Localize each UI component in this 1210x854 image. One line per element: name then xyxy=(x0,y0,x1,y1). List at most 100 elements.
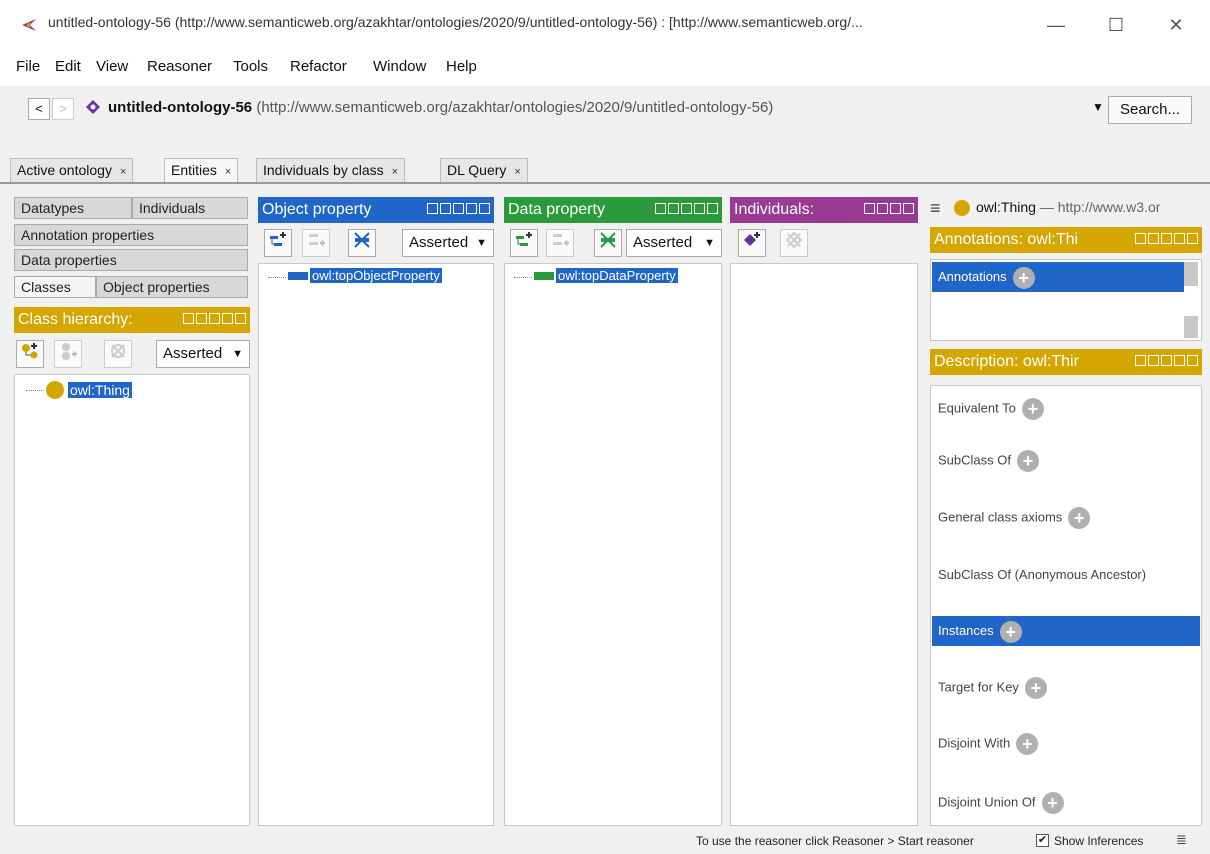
tab-annotation-properties[interactable]: Annotation properties xyxy=(14,224,248,246)
delete-class-button[interactable] xyxy=(104,340,132,368)
tab-object-properties[interactable]: Object properties xyxy=(96,276,248,298)
view-control-icons[interactable] xyxy=(1133,355,1198,369)
tree-node-top-object-property[interactable]: owl:topObjectProperty xyxy=(310,268,442,283)
tab-datatypes[interactable]: Datatypes xyxy=(14,197,132,219)
add-instance-icon[interactable]: + xyxy=(999,620,1022,643)
address-dropdown-icon[interactable]: ▼ xyxy=(1092,100,1104,114)
object-property-icon xyxy=(288,272,308,280)
add-sibling-data-property-button[interactable] xyxy=(546,229,574,257)
add-sub-property-icon xyxy=(270,232,286,246)
class-hierarchy-tree[interactable] xyxy=(14,374,250,826)
menu-refactor[interactable]: Refactor xyxy=(290,58,347,75)
menu-view[interactable]: View xyxy=(96,58,128,75)
delete-property-icon xyxy=(354,232,370,248)
add-equivalent-icon[interactable]: + xyxy=(1021,398,1044,420)
object-property-mode-select[interactable]: Asserted ▼ xyxy=(402,229,494,257)
tab-individuals-by-class[interactable]: Individuals by class × xyxy=(256,158,406,182)
add-subclass-icon xyxy=(22,343,38,359)
target-for-key-section: Target for Key + xyxy=(938,677,1047,699)
delete-class-icon xyxy=(111,344,125,358)
class-icon xyxy=(954,200,970,216)
tree-node-owl-thing[interactable]: owl:Thing xyxy=(68,382,132,398)
class-hierarchy-mode-select[interactable]: Asserted ▼ xyxy=(156,340,250,368)
add-superclass-icon[interactable]: + xyxy=(1016,450,1039,472)
tab-close-icon[interactable]: × xyxy=(225,166,231,178)
disjoint-union-of-section: Disjoint Union Of + xyxy=(938,792,1064,814)
annotations-row[interactable]: Annotations + xyxy=(932,262,1184,292)
tab-close-icon[interactable]: × xyxy=(392,166,398,178)
reasoner-status: To use the reasoner click Reasoner > Sta… xyxy=(696,834,974,848)
window-title: untitled-ontology-56 (http://www.semanti… xyxy=(48,14,863,30)
tab-active-ontology[interactable]: Active ontology × xyxy=(10,158,134,182)
add-sibling-property-icon xyxy=(553,234,569,246)
ontology-iri: (http://www.semanticweb.org/azakhtar/ont… xyxy=(256,99,774,116)
ontology-name: untitled-ontology-56 xyxy=(108,99,253,116)
tree-node-top-data-property[interactable]: owl:topDataProperty xyxy=(556,268,678,283)
tab-classes[interactable]: Classes xyxy=(14,276,96,298)
tab-dl-query[interactable]: DL Query × xyxy=(440,158,528,182)
minimize-button[interactable]: — xyxy=(1040,10,1072,40)
tab-entities[interactable]: Entities × xyxy=(164,158,239,182)
object-property-header: Object property xyxy=(258,197,494,223)
tree-connector xyxy=(514,277,532,278)
menu-edit[interactable]: Edit xyxy=(55,58,81,75)
close-button[interactable]: ✕ xyxy=(1160,10,1192,40)
entity-iri: — http://www.w3.or xyxy=(1039,199,1161,215)
tab-close-icon[interactable]: × xyxy=(514,166,520,178)
delete-property-icon xyxy=(600,232,616,248)
menu-window[interactable]: Window xyxy=(373,58,426,75)
add-key-icon[interactable]: + xyxy=(1024,677,1047,699)
class-hierarchy-header: Class hierarchy: xyxy=(14,307,250,333)
data-property-mode-select[interactable]: Asserted ▼ xyxy=(626,229,722,257)
add-sibling-class-button[interactable] xyxy=(54,340,82,368)
tab-close-icon[interactable]: × xyxy=(120,166,126,178)
delete-individual-button[interactable] xyxy=(780,229,808,257)
scrollbar-thumb[interactable] xyxy=(1184,262,1198,286)
general-class-axioms-section: General class axioms + xyxy=(938,507,1091,529)
search-button[interactable]: Search... xyxy=(1108,96,1192,124)
chevron-down-icon: ▼ xyxy=(232,348,243,360)
tab-data-properties[interactable]: Data properties xyxy=(14,249,248,271)
view-control-icons[interactable] xyxy=(653,203,718,217)
individuals-list[interactable] xyxy=(730,263,918,826)
data-property-header: Data property xyxy=(504,197,722,223)
scrollbar-thumb[interactable] xyxy=(1184,316,1198,338)
entity-menu-icon[interactable]: ≡ xyxy=(930,198,941,219)
forward-button[interactable]: > xyxy=(52,98,74,120)
disjoint-with-section: Disjoint With + xyxy=(938,733,1039,755)
add-general-axiom-icon[interactable]: + xyxy=(1068,507,1091,529)
add-individual-icon xyxy=(744,232,760,246)
add-individual-button[interactable] xyxy=(738,229,766,257)
annotations-header: Annotations: owl:Thi xyxy=(930,227,1202,253)
delete-individual-icon xyxy=(785,231,803,249)
view-control-icons[interactable] xyxy=(181,313,246,327)
menu-reasoner[interactable]: Reasoner xyxy=(147,58,212,75)
add-sibling-class-icon xyxy=(62,343,77,360)
add-subclass-button[interactable] xyxy=(16,340,44,368)
delete-data-property-button[interactable] xyxy=(594,229,622,257)
add-disjoint-union-icon[interactable]: + xyxy=(1041,792,1064,814)
add-sub-property-button[interactable] xyxy=(264,229,292,257)
tab-individuals[interactable]: Individuals xyxy=(132,197,248,219)
object-property-tree[interactable] xyxy=(258,263,494,826)
view-control-icons[interactable] xyxy=(862,203,914,217)
show-inferences-checkbox[interactable]: ✔ xyxy=(1036,834,1049,847)
view-control-icons[interactable] xyxy=(425,203,490,217)
maximize-button[interactable]: ☐ xyxy=(1100,10,1132,40)
menu-tools[interactable]: Tools xyxy=(233,58,268,75)
log-icon[interactable]: ≣ xyxy=(1176,832,1187,848)
chevron-down-icon: ▼ xyxy=(704,237,715,249)
add-sibling-property-button[interactable] xyxy=(302,229,330,257)
add-annotation-icon[interactable]: + xyxy=(1012,266,1035,289)
menu-help[interactable]: Help xyxy=(446,58,477,75)
add-disjoint-icon[interactable]: + xyxy=(1016,733,1039,755)
menu-file[interactable]: File xyxy=(16,58,40,75)
delete-property-button[interactable] xyxy=(348,229,376,257)
add-sub-data-property-button[interactable] xyxy=(510,229,538,257)
back-button[interactable]: < xyxy=(28,98,50,120)
instances-section[interactable]: Instances + xyxy=(932,616,1200,646)
class-icon xyxy=(46,381,64,399)
view-control-icons[interactable] xyxy=(1133,233,1198,247)
data-property-tree[interactable] xyxy=(504,263,722,826)
subclass-of-anonymous-ancestor-section: SubClass Of (Anonymous Ancestor) xyxy=(938,567,1147,582)
